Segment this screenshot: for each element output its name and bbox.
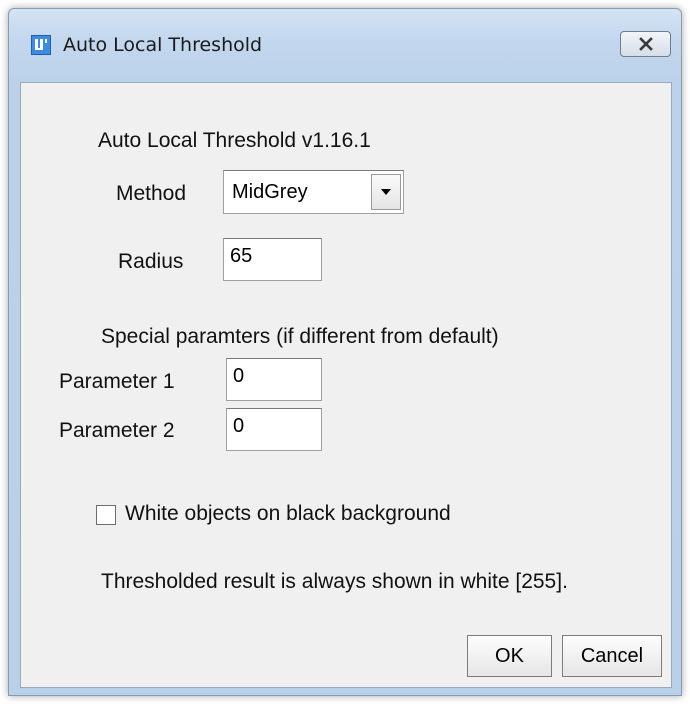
window-title: Auto Local Threshold [63,34,263,56]
close-icon [638,37,653,51]
white-objects-label[interactable]: White objects on black background [125,502,451,526]
white-objects-checkbox[interactable] [96,505,116,525]
method-dropdown-button[interactable] [371,174,401,210]
method-select-value: MidGrey [232,181,308,203]
dialog-body: Auto Local Threshold v1.16.1 Method MidG… [20,82,672,688]
dialog-header: Auto Local Threshold v1.16.1 [98,129,371,152]
parameter2-label: Parameter 2 [59,419,175,442]
close-button[interactable] [620,31,671,57]
parameter1-label: Parameter 1 [59,370,175,393]
cancel-button[interactable]: Cancel [562,635,662,677]
chevron-down-icon [381,189,391,195]
parameter1-field[interactable]: 0 [226,358,322,401]
radius-field[interactable]: 65 [223,238,322,281]
radius-label: Radius [118,250,184,273]
parameter2-field[interactable]: 0 [226,408,322,451]
method-select[interactable]: MidGrey [223,170,404,214]
ok-button[interactable]: OK [467,635,552,677]
title-bar[interactable]: Auto Local Threshold [9,9,681,81]
imagej-icon [31,35,51,55]
special-parameters-heading: Special paramters (if different from def… [101,325,499,348]
threshold-note: Thresholded result is always shown in wh… [101,570,568,593]
method-label: Method [116,182,187,205]
dialog-window: Auto Local Threshold Auto Local Threshol… [8,8,682,696]
